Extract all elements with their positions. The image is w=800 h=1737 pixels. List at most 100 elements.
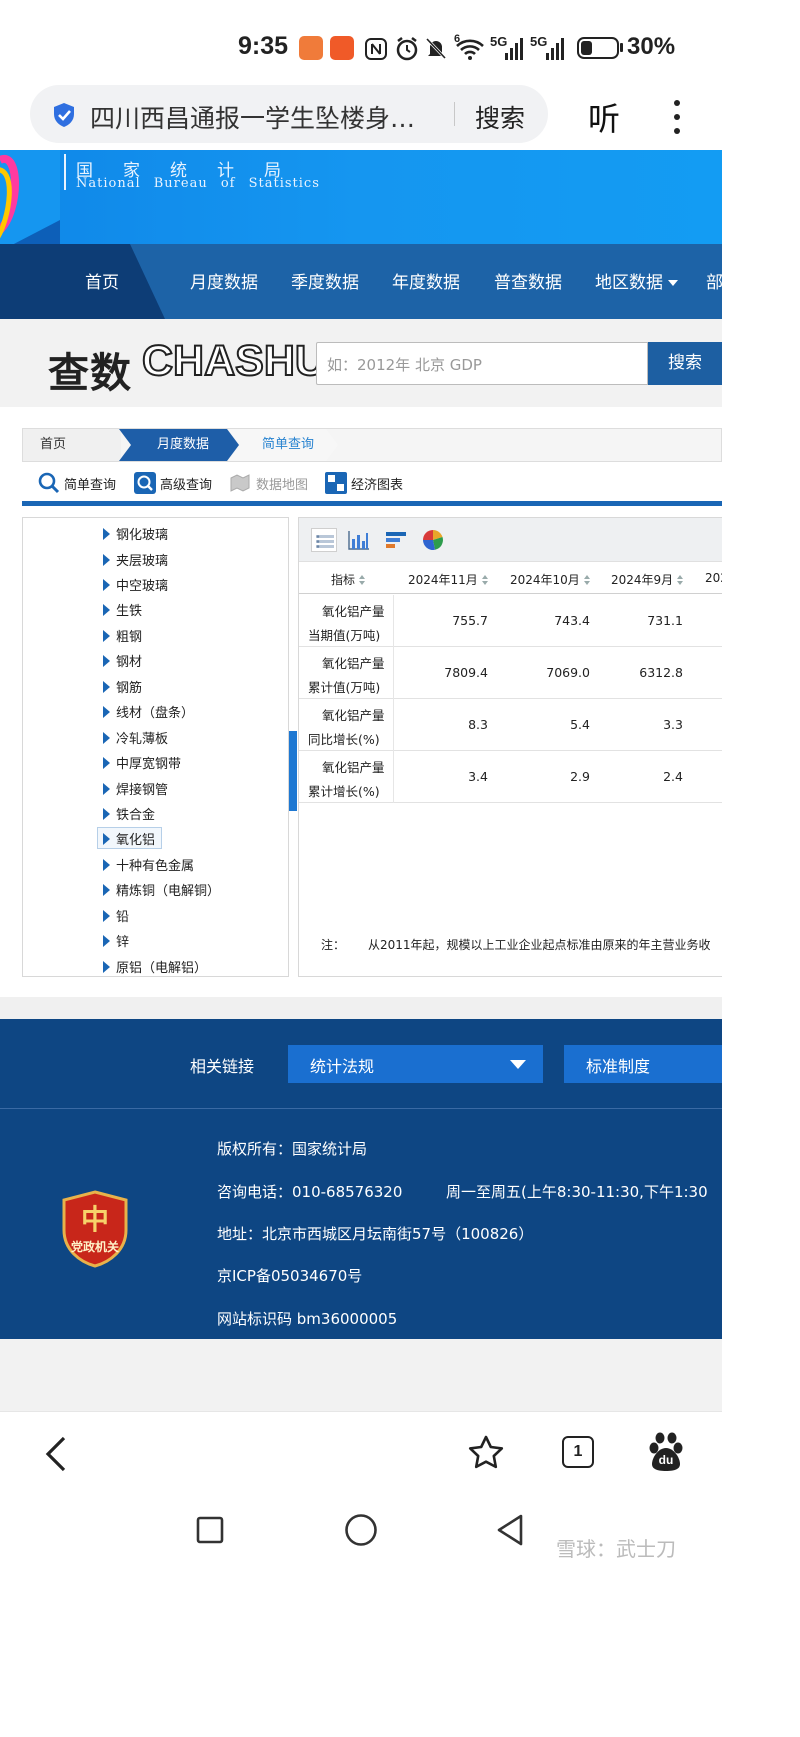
page-bottom-gap [0,1339,722,1411]
nav-monthly[interactable]: 月度数据 [190,268,258,293]
recents-icon[interactable] [196,1516,224,1544]
tree-item-label: 钢筋 [116,681,143,696]
table-view-icon [316,535,334,548]
tree-item[interactable]: 夹层玻璃 [103,550,168,572]
tree-item[interactable]: 原铝（电解铝） [103,957,207,976]
tree-item[interactable]: 铅 [103,906,129,928]
nav-quarterly[interactable]: 季度数据 [291,268,359,293]
tree-item-label: 焊接钢管 [116,783,169,798]
tree-item-label: 精炼铜（电解铜） [116,884,221,899]
data-search-button[interactable]: 搜索 [648,342,722,385]
bar-chart-icon[interactable] [348,530,370,550]
economic-chart-tab[interactable]: 经济图表 [351,474,403,493]
nav-more[interactable]: 部 [706,268,722,293]
breadcrumb-home[interactable]: 首页 [23,429,121,461]
table-view-button[interactable] [311,528,337,552]
table-cell: 3.3 [663,717,683,732]
baidu-paw-icon[interactable]: du [646,1432,686,1472]
simple-query-tab[interactable]: 简单查询 [64,474,116,493]
column-header-indicator[interactable]: 指标 [331,571,366,588]
tree-item[interactable]: 十种有色金属 [103,855,194,877]
table-row: 氧化铝产量 当期值(万吨) 755.7 743.4 731.1 [299,595,722,647]
pie-chart-icon[interactable] [422,530,444,550]
sort-icon [359,575,366,585]
tree-item[interactable]: 钢筋 [103,677,142,699]
chevron-down-icon [668,280,678,286]
advanced-query-tab[interactable]: 高级查询 [160,474,212,493]
tree-item-selected[interactable]: 氧化铝 [97,827,163,849]
more-menu-icon[interactable] [662,96,692,136]
listen-button[interactable]: 听 [588,94,620,140]
nav-regional[interactable]: 地区数据 [595,268,678,293]
tabs-button[interactable]: 1 [562,1436,594,1468]
footer-icp[interactable]: 京ICP备05034670号 [217,1265,362,1286]
column-header-sep[interactable]: 2024年9月 [611,571,684,588]
tree-scrollbar[interactable] [289,731,297,811]
nav-annual[interactable]: 年度数据 [392,268,460,293]
tree-item[interactable]: 冷轧薄板 [103,728,168,750]
tree-item[interactable]: 钢材 [103,651,142,673]
expand-arrow-icon [103,935,110,947]
column-header-nov[interactable]: 2024年11月 [408,571,488,588]
tree-item[interactable]: 锌 [103,931,129,953]
column-header-label: 2024年11月 [408,573,478,587]
breadcrumb-monthly[interactable]: 月度数据 [119,429,239,461]
note-label: 注： [321,938,346,952]
row-label: 氧化铝产量 [322,760,385,775]
table-cell: 2.9 [570,769,590,784]
note-text: 从2011年起，规模以上工业企业起点标准由原来的年主营业务收 [368,938,711,952]
tree-item-label: 生铁 [116,604,143,619]
tab-count: 1 [573,1443,583,1460]
column-header-cut[interactable]: 202 [705,571,722,585]
nav-census[interactable]: 普查数据 [494,268,562,293]
battery-tip [620,43,623,52]
expand-arrow-icon [103,961,110,973]
battery-icon [577,37,619,59]
tree-item[interactable]: 中空玻璃 [103,575,168,597]
column-header-label: 2024年9月 [611,573,674,587]
tree-item[interactable]: 中厚宽钢带 [103,753,181,775]
tree-item-label: 中厚宽钢带 [116,757,182,772]
sort-icon [677,575,684,585]
page-title[interactable]: 四川西昌通报一学生坠楼身… [90,99,450,135]
system-back-icon[interactable] [495,1513,525,1547]
standards-select[interactable]: 标准制度 [564,1045,722,1083]
badge-text: 党政机关 [70,1240,119,1254]
tree-item[interactable]: 生铁 [103,600,142,622]
expand-arrow-icon [103,884,110,896]
org-name-en[interactable]: National Bureau of Statistics [76,176,320,191]
horizontal-bar-icon[interactable] [385,530,407,550]
tree-item-label: 线材（盘条） [116,706,195,721]
tree-item[interactable]: 粗钢 [103,626,142,648]
tree-item[interactable]: 焊接钢管 [103,779,168,801]
tree-item-label: 粗钢 [116,630,143,645]
home-icon[interactable] [344,1513,378,1547]
breadcrumb-simple-query[interactable]: 简单查询 [228,429,338,461]
expand-arrow-icon [103,604,110,616]
tree-item[interactable]: 精炼铜（电解铜） [103,880,220,902]
data-map-tab[interactable]: 数据地图 [256,474,308,493]
expand-arrow-icon [103,732,110,744]
back-icon[interactable] [42,1434,70,1474]
party-government-badge[interactable]: 中 党政机关 [62,1190,128,1268]
tree-item[interactable]: 线材（盘条） [103,702,194,724]
nav-home[interactable]: 首页 [85,268,119,293]
search-button[interactable]: 搜索 [475,99,525,135]
expand-arrow-icon [103,579,110,591]
main-nav: 首页 月度数据 季度数据 年度数据 普查数据 地区数据 部 [0,244,722,319]
related-links-label: 相关链接 [190,1057,255,1076]
tree-item[interactable]: 钢化玻璃 [103,524,168,546]
tree-item[interactable]: 铁合金 [103,804,155,826]
bookmark-star-icon[interactable] [467,1434,505,1472]
column-header-oct[interactable]: 2024年10月 [510,571,590,588]
status-time: 9:35 [238,32,289,60]
badge-glyph: 中 [80,1203,109,1236]
indicator-tree[interactable]: 钢化玻璃 夹层玻璃 中空玻璃 生铁 粗钢 钢材 钢筋 线材（盘条） 冷轧薄板 中… [22,517,289,977]
nav-home-tab[interactable] [0,244,165,319]
table-cell: 7069.0 [546,665,590,680]
table-cell: 5.4 [570,717,590,732]
address-bar[interactable]: 四川西昌通报一学生坠楼身… 搜索 [30,85,548,143]
statistics-law-select[interactable]: 统计法规 [288,1045,543,1083]
data-search-input[interactable]: 如：2012年 北京 GDP [316,342,648,385]
advanced-search-icon [134,472,156,494]
